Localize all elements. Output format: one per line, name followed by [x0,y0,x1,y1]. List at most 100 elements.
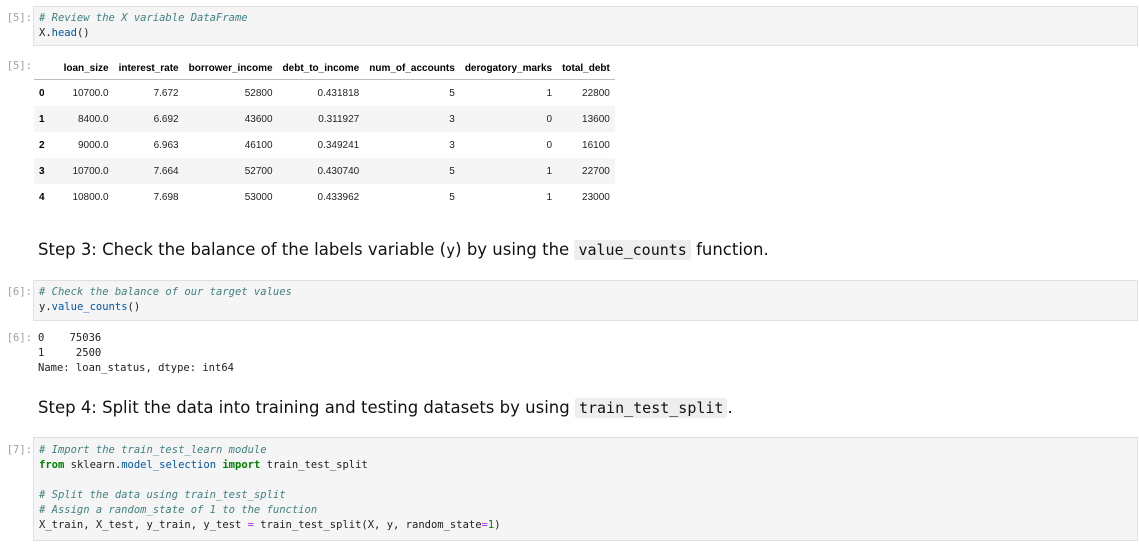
table-row: 0 10700.0 7.672 52800 0.431818 5 1 22800 [34,80,615,107]
table-cell: 5 [364,158,460,184]
table-cell: 1 [546,191,553,203]
table-column-header: borrower_income [183,57,278,80]
step-3-prefix: Step 3: Check the balance of the labels … [38,240,447,259]
cell-6-in-prompt: [6]: [6,286,32,298]
table-body: 0 10700.0 7.672 52800 0.431818 5 1 22800 1 8400.0… [34,80,615,211]
table-cell: 10800.0 [72,191,109,203]
code-import-name: train_test_split [260,459,368,471]
table-cell: 0.311927 [277,106,365,132]
code-cell-6[interactable]: # Check the balance of our target values… [33,280,1138,321]
code-line-pre: X_train, X_test, y_train, y_test [39,519,248,531]
table-cell: 10700.0 [58,158,114,184]
table-cell: 0.433962 [317,191,360,203]
table-cell: 5 [449,87,455,99]
dataframe-table: loan_size interest_rate borrower_income deb… [34,57,615,210]
code-tail: () [76,27,90,39]
table-row-index: 4 [39,191,45,203]
code-cell-6-source: # Check the balance of our target values… [39,285,292,315]
table-cell: 43600 [183,106,278,132]
code-tail: () [127,301,141,313]
code-comment: # Check the balance of our target values [39,286,292,298]
table-row-index: 1 [34,106,59,132]
code-obj: X. [39,27,52,39]
table-header-row: loan_size interest_rate borrower_income deb… [34,57,615,80]
code-fn: value_counts [51,301,128,313]
code-obj: y. [39,301,52,313]
code-comment: # Review the X variable DataFrame [39,12,248,24]
table-cell: 16100 [582,139,610,151]
step-3-suffix: function. [696,240,769,259]
cell-7-in-prompt: [7]: [6,444,32,456]
cell-6-out-prompt: [6]: [6,332,32,344]
code-comment: # Assign a random_state of 1 to the func… [39,504,318,516]
table-cell: 3 [449,139,455,151]
table-cell: 0.431818 [317,87,360,99]
table-cell: 23000 [582,191,610,203]
table-cell: 1 [459,158,558,184]
table-cell: 22700 [557,158,615,184]
code-cell-5[interactable]: # Review the X variable DataFrame X.head… [33,6,1138,46]
output-line: 1 2500 [38,347,102,359]
table-cell: 13600 [557,106,615,132]
step-3-var: y [446,241,456,259]
step-3-heading: Step 3: Check the balance of the labels … [38,240,769,260]
table-row-index: 2 [39,139,45,151]
table-cell: 0.349241 [317,139,360,151]
cell-6-output: 0 75036 1 2500 Name: loan_status, dtype: i… [38,331,234,376]
code-keyword-import: import [222,459,261,471]
step-4-heading: Step 4: Split the data into training and… [38,398,733,418]
output-line: Name: loan_status, dtype: int64 [38,362,234,374]
table-column-header: num_of_accounts [364,57,460,80]
table-row-index: 0 [39,87,45,99]
step-4-suffix: . [727,398,733,417]
table-cell: 53000 [244,191,273,203]
table-row-index: 3 [34,158,59,184]
table-index-header [34,57,59,80]
table-cell: 0.430740 [277,158,365,184]
table-column-header: derogatory_marks [459,57,558,80]
code-keyword-from: from [39,459,65,471]
table-cell: 8400.0 [58,106,114,132]
code-cell-7-source: # Import the train_test_learn module fro… [39,443,501,533]
step-3-code: value_counts [574,240,691,260]
code-comment: # Import the train_test_learn module [39,444,267,456]
table-cell: 0 [459,106,558,132]
table-cell: 52800 [244,87,273,99]
code-cell-7[interactable]: # Import the train_test_learn module fro… [33,437,1138,541]
table-cell: 5 [449,191,455,203]
code-line-end: ) [494,519,501,531]
table-row: 4 10800.0 7.698 53000 0.433962 5 1 23000 [34,184,615,210]
cell-5-out-prompt: [5]: [6,60,32,72]
code-module-fn: model_selection [121,459,217,471]
cell-5-in-prompt: [5]: [6,12,32,24]
table-cell: 6.963 [153,139,179,151]
output-line: 0 75036 [38,332,102,344]
code-cell-5-source: # Review the X variable DataFrame X.head… [39,11,248,41]
code-fn: head [51,27,77,39]
table-cell: 52700 [183,158,278,184]
table-cell: 3 [364,106,460,132]
table-column-header: debt_to_income [277,57,365,80]
step-4-prefix: Step 4: Split the data into training and… [38,398,570,417]
table-cell: 0 [546,139,553,151]
table-cell: 7.672 [153,87,179,99]
table-row: 2 9000.0 6.963 46100 0.349241 3 0 16100 [34,132,615,158]
table-cell: 6.692 [113,106,184,132]
table-cell: 9000.0 [78,139,109,151]
table-cell: 7.664 [113,158,184,184]
table-cell: 1 [546,87,553,99]
table-cell: 10700.0 [72,87,109,99]
code-line-call: train_test_split(X, y, random_state [253,519,482,531]
table-column-header: total_debt [557,57,615,80]
table-cell: 46100 [244,139,273,151]
table-row: 1 8400.0 6.692 43600 0.311927 3 0 13600 [34,106,615,132]
step-4-code: train_test_split [574,398,728,418]
step-3-middle: ) by using the [455,240,570,259]
code-comment: # Split the data using train_test_split [39,489,286,501]
table-cell: 22800 [582,87,610,99]
table-row: 3 10700.0 7.664 52700 0.430740 5 1 22700 [34,158,615,184]
code-module-pre: sklearn. [64,459,122,471]
table-column-header: interest_rate [113,57,184,80]
table-cell: 7.698 [153,191,179,203]
table-column-header: loan_size [58,57,114,80]
